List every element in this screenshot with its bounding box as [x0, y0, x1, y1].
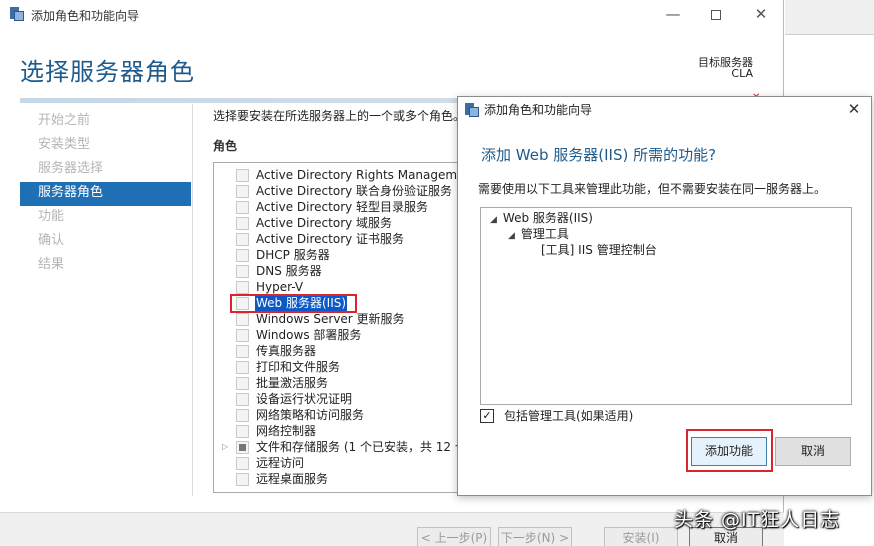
role-checkbox[interactable]: [236, 249, 249, 262]
required-features-tree[interactable]: ◢ Web 服务器(IIS) ◢ 管理工具 [工具] IIS 管理控制台: [480, 207, 852, 405]
maximize-icon: [711, 9, 721, 20]
role-checkbox[interactable]: [236, 361, 249, 374]
add-features-dialog: 添加角色和功能向导 ✕ 添加 Web 服务器(IIS) 所需的功能? 需要使用以…: [457, 96, 872, 496]
role-label: 打印和文件服务: [256, 360, 341, 374]
role-label: DNS 服务器: [256, 264, 322, 278]
nav-item-features[interactable]: 功能: [20, 206, 191, 230]
highlight-box-web-server: [230, 294, 357, 313]
role-label: 网络策略和访问服务: [256, 408, 365, 422]
role-row[interactable]: 打印和文件服务: [214, 359, 458, 375]
role-checkbox[interactable]: [236, 217, 249, 230]
role-label: Active Directory 轻型目录服务: [256, 200, 429, 214]
tree-node-iis-console[interactable]: [工具] IIS 管理控制台: [541, 242, 657, 258]
roles-description: 选择要安装在所选服务器上的一个或多个角色。: [213, 109, 466, 123]
wizard-footer: < 上一步(P) 下一步(N) > 安装(I) 取消: [0, 512, 784, 546]
minimize-button[interactable]: —: [653, 2, 693, 26]
role-row[interactable]: Windows Server 更新服务: [214, 311, 458, 327]
expand-arrow-icon[interactable]: ▷: [222, 439, 228, 455]
nav-item-server-roles[interactable]: 服务器角色: [20, 182, 191, 206]
role-label: 传真服务器: [256, 344, 317, 358]
previous-button[interactable]: < 上一步(P): [417, 527, 491, 546]
title-bar: 添加角色和功能向导 — ✕: [0, 0, 784, 30]
target-server-name: CLA: [731, 67, 753, 80]
dialog-description: 需要使用以下工具来管理此功能，但不需要安装在同一服务器上。: [478, 182, 827, 196]
role-checkbox[interactable]: [236, 329, 249, 342]
role-checkbox[interactable]: [236, 457, 249, 470]
server-manager-icon: [464, 103, 480, 117]
role-checkbox[interactable]: [236, 313, 249, 326]
roles-heading: 角色: [213, 139, 238, 153]
dialog-close-button[interactable]: ✕: [843, 99, 865, 119]
role-checkbox[interactable]: [236, 281, 249, 294]
maximize-button[interactable]: [696, 2, 736, 26]
role-checkbox[interactable]: [236, 409, 249, 422]
role-label: 文件和存储服务 (1 个已安装，共 12 个): [256, 440, 458, 454]
role-label: Active Directory Rights Management Servi…: [256, 168, 458, 182]
dialog-heading: 添加 Web 服务器(IIS) 所需的功能?: [481, 146, 717, 164]
role-row[interactable]: Active Directory Rights Management Servi…: [214, 167, 458, 183]
role-checkbox[interactable]: [236, 393, 249, 406]
role-label: Windows 部署服务: [256, 328, 362, 342]
role-label: DHCP 服务器: [256, 248, 330, 262]
expand-triangle-icon[interactable]: ◢: [508, 231, 515, 241]
role-checkbox[interactable]: [236, 425, 249, 438]
role-label: 远程访问: [256, 456, 305, 470]
include-tools-label: 包括管理工具(如果适用): [504, 409, 634, 423]
role-label: Windows Server 更新服务: [256, 312, 405, 326]
role-label: Active Directory 域服务: [256, 216, 393, 230]
role-checkbox[interactable]: [236, 185, 249, 198]
highlight-box-add-features: [686, 429, 773, 472]
role-label: 远程桌面服务: [256, 472, 329, 486]
role-row[interactable]: 传真服务器: [214, 343, 458, 359]
role-row[interactable]: DHCP 服务器: [214, 247, 458, 263]
role-row[interactable]: 批量激活服务: [214, 375, 458, 391]
wizard-nav: 开始之前 安装类型 服务器选择 服务器角色 功能 确认 结果: [20, 110, 191, 278]
dialog-cancel-button[interactable]: 取消: [775, 437, 851, 466]
nav-item-confirmation[interactable]: 确认: [20, 230, 191, 254]
role-row[interactable]: Active Directory 联合身份验证服务: [214, 183, 458, 199]
nav-divider: [192, 104, 193, 496]
role-row[interactable]: Windows 部署服务: [214, 327, 458, 343]
nav-item-results[interactable]: 结果: [20, 254, 191, 278]
role-row[interactable]: 远程访问: [214, 455, 458, 471]
role-checkbox[interactable]: [236, 201, 249, 214]
role-label: 批量激活服务: [256, 376, 329, 390]
expand-triangle-icon[interactable]: ◢: [490, 215, 497, 225]
nav-item-installation-type[interactable]: 安装类型: [20, 134, 191, 158]
server-manager-icon: [9, 7, 25, 21]
role-checkbox[interactable]: [236, 473, 249, 486]
role-row[interactable]: 网络控制器: [214, 423, 458, 439]
role-row[interactable]: DNS 服务器: [214, 263, 458, 279]
role-row[interactable]: 网络策略和访问服务: [214, 407, 458, 423]
role-checkbox[interactable]: [236, 265, 249, 278]
next-button[interactable]: 下一步(N) >: [498, 527, 572, 546]
role-row[interactable]: Active Directory 证书服务: [214, 231, 458, 247]
close-button[interactable]: ✕: [741, 2, 781, 26]
role-label: 设备运行状况证明: [256, 392, 353, 406]
nav-item-before-you-begin[interactable]: 开始之前: [20, 110, 191, 134]
role-checkbox[interactable]: [236, 441, 249, 454]
role-checkbox[interactable]: [236, 169, 249, 182]
dialog-title: 添加角色和功能向导: [484, 103, 593, 117]
role-checkbox[interactable]: [236, 233, 249, 246]
watermark: 头条 @IT狂人日志: [674, 509, 841, 531]
role-row[interactable]: 远程桌面服务: [214, 471, 458, 487]
role-row[interactable]: Hyper-V: [214, 279, 458, 295]
nav-item-server-selection[interactable]: 服务器选择: [20, 158, 191, 182]
role-label: Active Directory 证书服务: [256, 232, 405, 246]
role-checkbox[interactable]: [236, 377, 249, 390]
role-row[interactable]: Active Directory 轻型目录服务: [214, 199, 458, 215]
role-label: Active Directory 联合身份验证服务: [256, 184, 453, 198]
roles-list[interactable]: Active Directory Rights Management Servi…: [213, 162, 458, 493]
page-title: 选择服务器角色: [20, 58, 195, 86]
window-title: 添加角色和功能向导: [31, 9, 140, 23]
role-label: 网络控制器: [256, 424, 317, 438]
role-row[interactable]: Active Directory 域服务: [214, 215, 458, 231]
role-row[interactable]: 设备运行状况证明: [214, 391, 458, 407]
include-tools-checkbox[interactable]: ✓: [480, 409, 494, 423]
role-checkbox[interactable]: [236, 345, 249, 358]
install-button[interactable]: 安装(I): [604, 527, 678, 546]
role-row[interactable]: ▷ 文件和存储服务 (1 个已安装，共 12 个): [214, 439, 458, 455]
role-label: Hyper-V: [256, 280, 304, 294]
